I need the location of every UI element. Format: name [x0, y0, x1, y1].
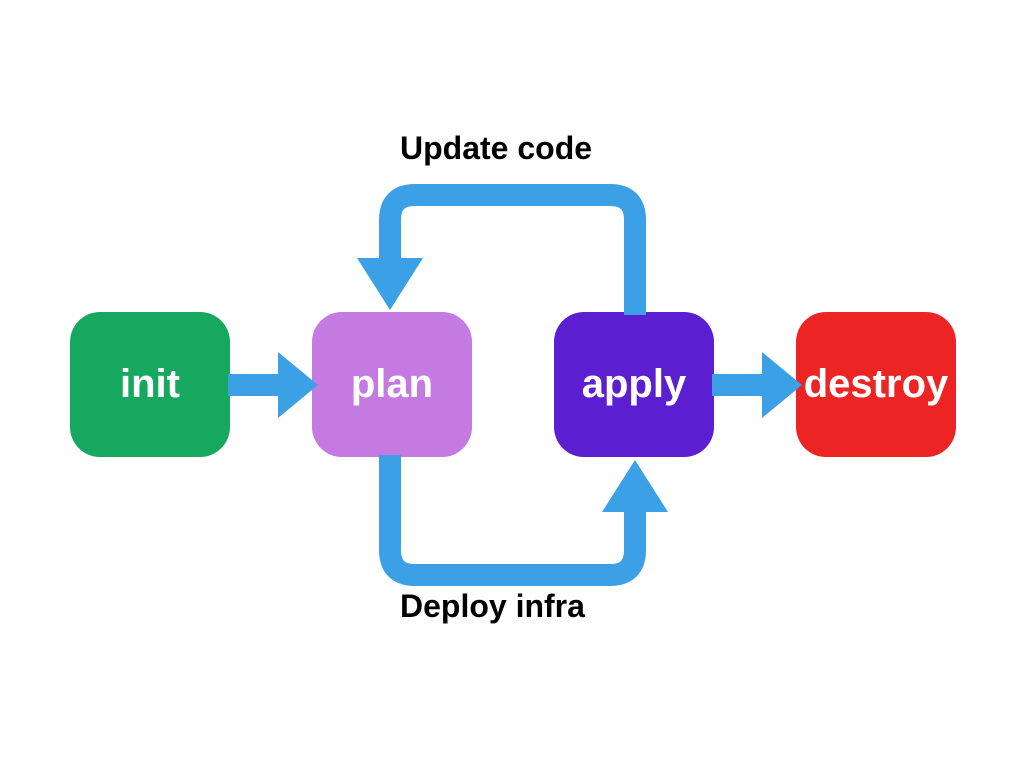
- arrow-update-code-loop: [340, 170, 690, 320]
- node-destroy: destroy: [796, 312, 956, 457]
- node-init-label: init: [120, 362, 180, 407]
- node-apply: apply: [554, 312, 714, 457]
- node-destroy-label: destroy: [804, 362, 949, 407]
- node-plan-label: plan: [351, 362, 433, 407]
- node-plan: plan: [312, 312, 472, 457]
- arrow-init-to-plan: [228, 352, 318, 418]
- label-update-code: Update code: [400, 130, 592, 167]
- arrow-deploy-infra-loop: [340, 450, 690, 600]
- arrow-apply-to-destroy: [712, 352, 802, 418]
- node-init: init: [70, 312, 230, 457]
- node-apply-label: apply: [582, 362, 686, 407]
